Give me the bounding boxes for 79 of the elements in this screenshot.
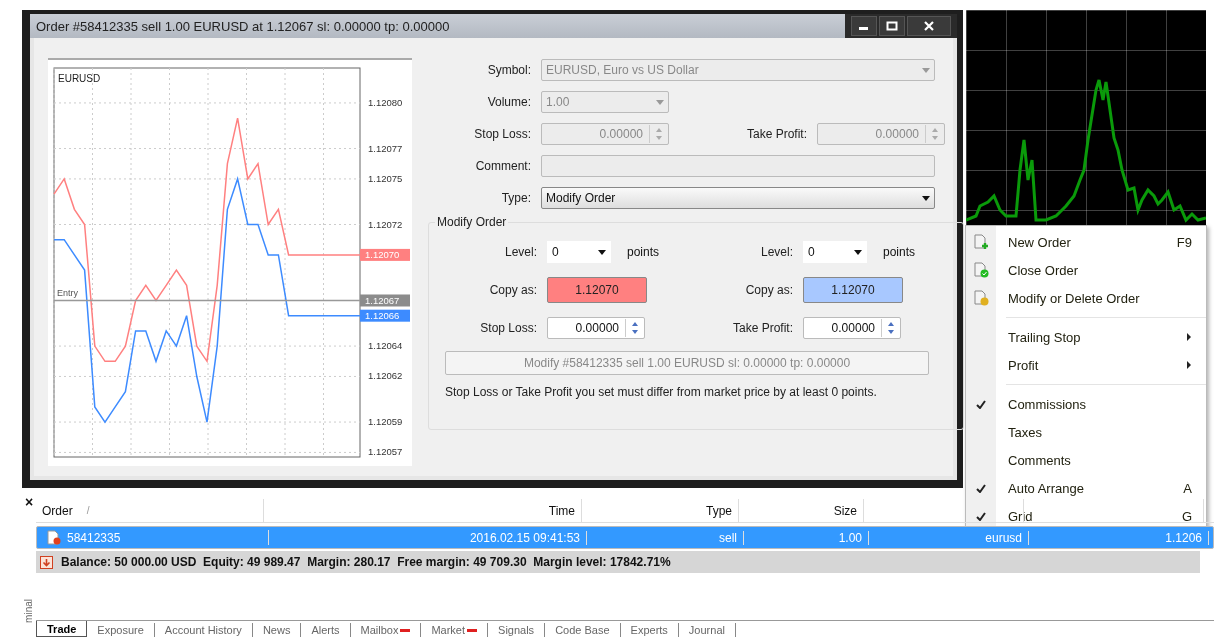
price-spinner[interactable]: 0.00000: [547, 317, 645, 339]
document-check-icon: [973, 262, 989, 278]
price-tag: 1.12070: [360, 248, 410, 261]
document-plus-icon: [973, 234, 989, 250]
y-axis-label: 1.12072: [368, 218, 403, 230]
field-label: Copy as:: [488, 283, 537, 297]
window-title: Order #58412335 sell 1.00 EURUSD at 1.12067 sl: 0.00000 tp: 0.00000: [36, 18, 451, 34]
menu-item[interactable]: Close Order: [966, 256, 1206, 284]
order-icon: [47, 530, 61, 545]
shortcut-label: A: [1183, 480, 1192, 496]
price-spinner[interactable]: 0.00000: [803, 317, 901, 339]
field-label: Level:: [503, 245, 537, 259]
minimize-button[interactable]: [851, 16, 877, 36]
close-icon[interactable]: ×: [24, 495, 34, 509]
field-label: Comment:: [474, 159, 531, 173]
y-axis-label: 1.12080: [368, 96, 403, 108]
caret-icon: [656, 99, 664, 105]
table-cell: eurusd: [985, 530, 1022, 545]
panel-title: minal: [23, 599, 35, 623]
entry-label: Entry: [57, 288, 78, 299]
units-label: points: [627, 245, 660, 259]
submenu-arrow-icon: [1186, 361, 1192, 369]
submenu-arrow-icon: [1186, 333, 1192, 341]
chart-title: EURUSD: [58, 73, 101, 84]
maximize-button[interactable]: [879, 16, 905, 36]
menu-item[interactable]: Taxes: [966, 418, 1206, 446]
field-label: Copy as:: [744, 283, 793, 297]
tab[interactable]: Trade: [36, 621, 88, 637]
menu-item[interactable]: Comments: [966, 446, 1206, 474]
menu-item[interactable]: Modify or Delete Order: [966, 284, 1206, 312]
y-axis-label: 1.12057: [368, 446, 403, 458]
shortcut-label: G: [1181, 508, 1192, 524]
shortcut-label: F9: [1176, 234, 1192, 250]
table-cell: 1.1206: [1165, 530, 1202, 545]
field-label: Stop Loss:: [473, 127, 531, 141]
maximize-icon: [886, 21, 898, 31]
level-dropdown[interactable]: 0: [803, 241, 867, 263]
copy-price-button[interactable]: 1.12070: [547, 277, 647, 303]
caret-icon: [854, 249, 862, 255]
close-button[interactable]: [907, 16, 951, 36]
field-label: Level:: [759, 245, 793, 259]
dropdown[interactable]: Modify Order: [541, 187, 935, 209]
table-cell: 1.00: [838, 530, 862, 545]
field-label: Volume:: [486, 95, 531, 109]
menu-item[interactable]: Auto Arrange A: [966, 474, 1206, 502]
balance-summary: Balance: 50 000.00 USD Equity: 49 989.47 Margin: 280.17 Free margin: 49 709.30 Margin level: 17842.71%: [61, 555, 671, 569]
price-tag: 1.12066: [360, 309, 410, 322]
y-axis-label: 1.12062: [368, 370, 403, 382]
table-cell: sell: [719, 530, 737, 545]
y-axis-label: 1.12064: [368, 340, 403, 352]
menu-item[interactable]: New Order F9: [966, 228, 1206, 256]
y-axis-label: 1.12075: [368, 172, 403, 184]
order-column-header[interactable]: Order /: [36, 499, 264, 522]
field-label: Symbol:: [486, 63, 531, 77]
level-dropdown[interactable]: 0: [547, 241, 611, 263]
menu-item[interactable]: Commissions: [966, 390, 1206, 418]
balance-icon: [40, 555, 53, 569]
type-column-header[interactable]: Type: [582, 499, 739, 522]
field-label: Take Profit:: [745, 127, 807, 141]
field-label: Stop Loss:: [479, 321, 537, 335]
units-label: points: [883, 245, 916, 259]
time-column-header[interactable]: Time: [264, 499, 582, 522]
field-label: Take Profit:: [731, 321, 793, 335]
info-text: Stop Loss or Take Profit you set must differ from market price by at least 0 points.: [445, 385, 878, 399]
size-column-header[interactable]: Size: [739, 499, 864, 522]
caret-icon: [598, 249, 606, 255]
close-icon: [923, 21, 935, 31]
menu-item[interactable]: Profit: [966, 351, 1206, 379]
table-cell: 58412335: [67, 530, 121, 545]
field-label: Type:: [500, 191, 531, 205]
caret-icon: [922, 195, 930, 201]
menu-item[interactable]: Trailing Stop: [966, 323, 1206, 351]
y-axis-label: 1.12077: [368, 142, 403, 154]
y-axis-label: 1.12059: [368, 416, 403, 428]
copy-price-button[interactable]: 1.12070: [803, 277, 903, 303]
caret-icon: [922, 67, 930, 73]
group-title: Modify Order: [435, 215, 509, 229]
price-tag: 1.12067: [360, 294, 410, 307]
table-cell: 2016.02.15 09:41:53: [469, 530, 580, 545]
